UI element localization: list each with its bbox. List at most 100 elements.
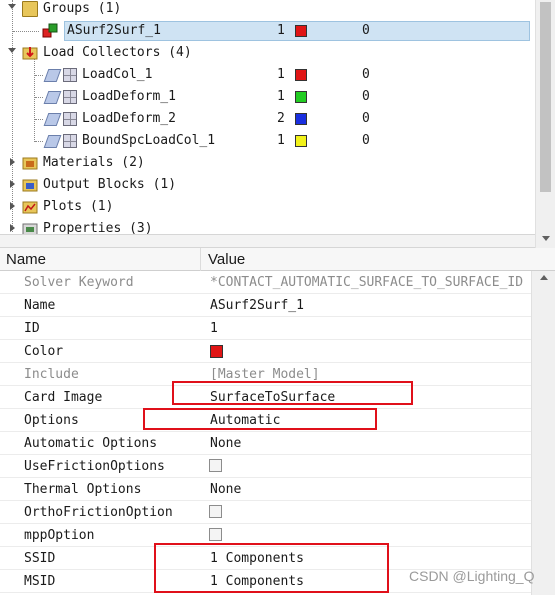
property-name: Solver Keyword (24, 275, 134, 290)
visibility-icon[interactable] (43, 113, 62, 126)
visibility-icon[interactable] (43, 91, 62, 104)
property-name: Card Image (24, 390, 103, 405)
include-value: 0 (362, 89, 370, 104)
property-name: MSID (24, 574, 56, 589)
tree-item-loaddeform-1[interactable]: LoadDeform_1 1 0 (0, 86, 535, 108)
id-count: 1 (277, 89, 285, 104)
expand-toggle-icon[interactable] (10, 180, 15, 188)
tree-item-groups[interactable]: Groups (1) (0, 0, 535, 20)
property-row-ortho-friction-option[interactable]: OrthoFrictionOption (0, 501, 531, 524)
visibility-icon[interactable] (43, 69, 62, 82)
property-name: ID (24, 321, 40, 336)
collapse-toggle-icon[interactable] (8, 48, 16, 53)
property-name: SSID (24, 551, 56, 566)
column-divider[interactable] (200, 248, 201, 271)
tree-item-load-collectors[interactable]: Load Collectors (4) (0, 42, 535, 64)
tree-item-output-blocks[interactable]: Output Blocks (1) (0, 174, 535, 196)
property-name: Include (24, 367, 79, 382)
tree-guide-line (35, 75, 43, 76)
load-collectors-folder-icon (22, 47, 38, 60)
expand-toggle-icon[interactable] (10, 202, 15, 210)
plots-icon (22, 201, 38, 214)
property-name: Thermal Options (24, 482, 142, 497)
expand-toggle-icon[interactable] (10, 224, 15, 232)
color-swatch[interactable] (295, 135, 307, 147)
tree-item-plots[interactable]: Plots (1) (0, 196, 535, 218)
tree-item-boundspcloadcol-1[interactable]: BoundSpcLoadCol_1 1 0 (0, 130, 535, 152)
load-collector-icon (63, 68, 77, 82)
property-name: Name (24, 298, 56, 313)
include-value: 0 (362, 23, 370, 38)
include-value: 0 (362, 111, 370, 126)
visibility-icon[interactable] (43, 135, 62, 148)
scroll-down-arrow-icon[interactable] (542, 236, 550, 241)
annotation-box-card-image (172, 381, 413, 405)
property-row-name[interactable]: Name ASurf2Surf_1 (0, 294, 531, 317)
color-swatch[interactable] (295, 113, 307, 125)
scrollbar-thumb[interactable] (540, 2, 551, 192)
output-blocks-icon (22, 179, 38, 192)
include-value: 0 (362, 133, 370, 148)
tree-scrollbar[interactable] (535, 0, 555, 248)
property-checkbox[interactable] (209, 459, 222, 472)
tree-item-label: Materials (2) (43, 155, 145, 170)
include-value: 0 (362, 67, 370, 82)
tree-guide-line (35, 97, 43, 98)
tree-item-label: Groups (1) (43, 1, 122, 16)
property-value: [Master Model] (210, 367, 320, 382)
tree-item-asurf2surf-1[interactable]: ASurf2Surf_1 1 0 (0, 20, 535, 42)
property-row-color[interactable]: Color (0, 340, 531, 363)
tree-item-label: LoadCol_1 (82, 67, 153, 82)
tree-item-label: Output Blocks (1) (43, 177, 177, 192)
property-value[interactable]: None (210, 482, 530, 497)
tree-item-label: ASurf2Surf_1 (67, 23, 161, 38)
load-collector-icon (63, 134, 77, 148)
property-row-thermal-options[interactable]: Thermal Options None (0, 478, 531, 501)
tree-item-materials[interactable]: Materials (2) (0, 152, 535, 174)
properties-header: Name Value (0, 248, 555, 271)
properties-scrollbar[interactable] (531, 271, 555, 595)
id-count: 1 (277, 23, 285, 38)
property-row-automatic-options[interactable]: Automatic Options None (0, 432, 531, 455)
tree-item-label: LoadDeform_1 (82, 89, 176, 104)
value-column-header[interactable]: Value (208, 251, 245, 268)
property-name: UseFrictionOptions (24, 459, 165, 474)
property-name: OrthoFrictionOption (24, 505, 173, 520)
property-checkbox[interactable] (209, 528, 222, 541)
expand-toggle-icon[interactable] (10, 158, 15, 166)
tree-item-loadcol-1[interactable]: LoadCol_1 1 0 (0, 64, 535, 86)
tree-item-loaddeform-2[interactable]: LoadDeform_2 2 0 (0, 108, 535, 130)
property-row-id[interactable]: ID 1 (0, 317, 531, 340)
panel-splitter[interactable] (0, 234, 535, 248)
property-value[interactable]: ASurf2Surf_1 (210, 298, 530, 313)
property-checkbox[interactable] (209, 505, 222, 518)
tree-item-label: Plots (1) (43, 199, 114, 214)
id-count: 1 (277, 133, 285, 148)
tree-item-properties[interactable]: Properties (3) (0, 218, 535, 234)
property-name: Automatic Options (24, 436, 158, 451)
property-value: *CONTACT_AUTOMATIC_SURFACE_TO_SURFACE_ID (210, 275, 524, 290)
property-name: mppOption (24, 528, 95, 543)
annotation-box-options (143, 408, 377, 430)
color-swatch[interactable] (210, 345, 223, 358)
annotation-box-ssid-msid (154, 543, 389, 593)
group-contact-icon (42, 23, 58, 38)
property-name: Options (24, 413, 79, 428)
collapse-toggle-icon[interactable] (8, 4, 16, 9)
name-column-header[interactable]: Name (6, 251, 46, 268)
model-browser-tree: Groups (1) ASurf2Surf_1 1 0 Load Collect… (0, 0, 535, 234)
color-swatch[interactable] (295, 91, 307, 103)
tree-item-label: BoundSpcLoadCol_1 (82, 133, 216, 148)
color-swatch[interactable] (295, 69, 307, 81)
color-swatch[interactable] (295, 25, 307, 37)
property-value[interactable]: None (210, 436, 530, 451)
tree-guide-line (13, 31, 39, 32)
load-collector-icon (63, 90, 77, 104)
tree-guide-line (35, 141, 43, 142)
property-value[interactable]: 1 (210, 321, 530, 336)
load-collector-icon (63, 112, 77, 126)
property-row-use-friction-options[interactable]: UseFrictionOptions (0, 455, 531, 478)
tree-item-label: Properties (3) (43, 221, 153, 234)
scroll-up-arrow-icon[interactable] (540, 275, 548, 280)
property-name: Color (24, 344, 64, 359)
